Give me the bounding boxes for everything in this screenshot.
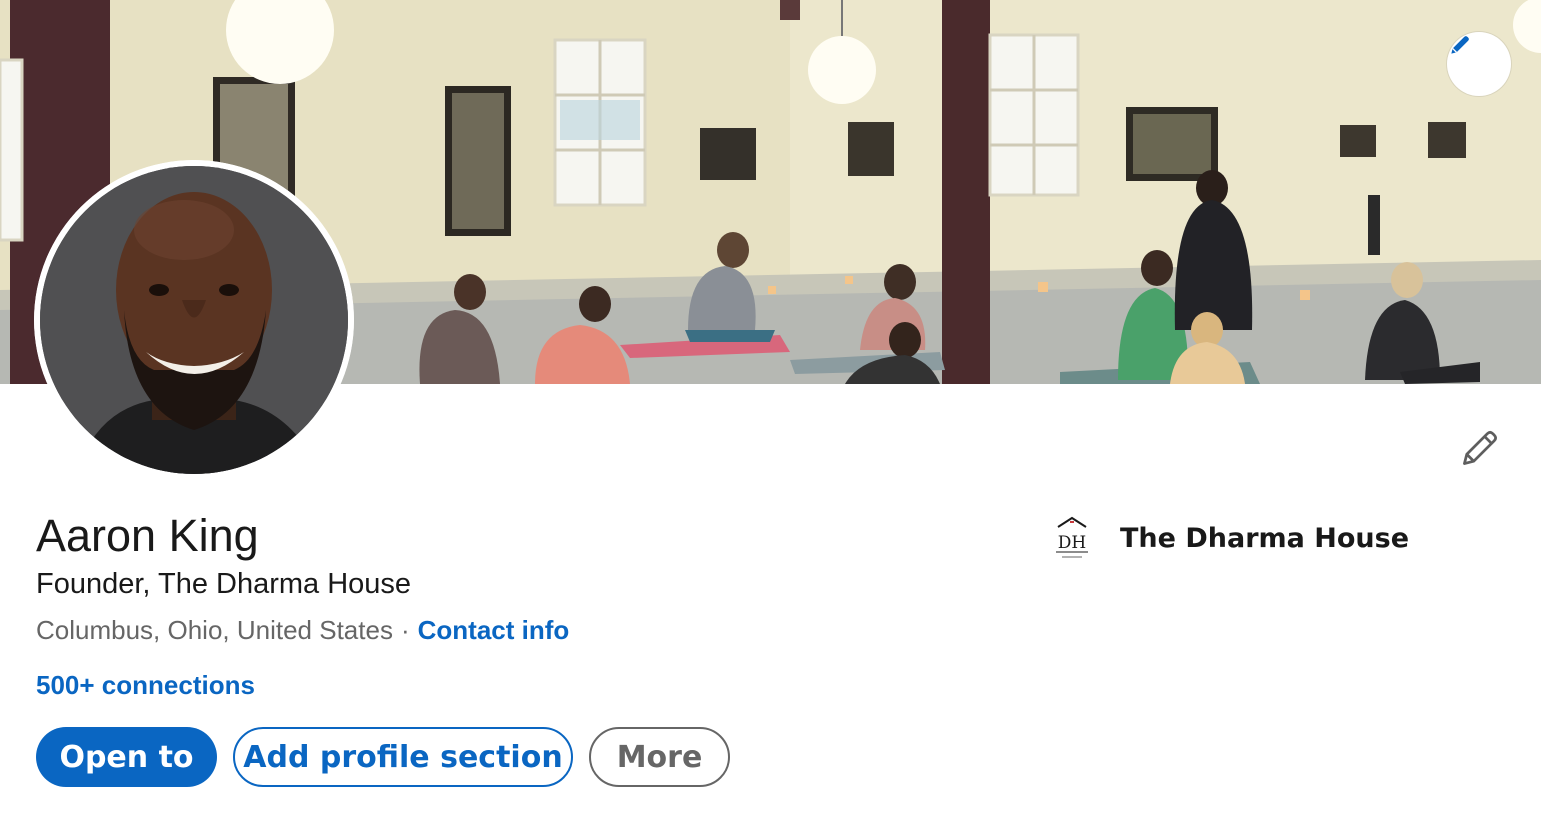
contact-info-link[interactable]: Contact info xyxy=(418,615,570,645)
pencil-icon xyxy=(1451,36,1469,54)
current-company-link[interactable]: DH The Dharma House xyxy=(1050,512,1409,564)
profile-photo[interactable] xyxy=(34,160,354,480)
connections-link[interactable]: 500+ connections xyxy=(36,670,255,701)
open-to-button[interactable]: Open to xyxy=(36,727,217,787)
avatar xyxy=(34,160,354,480)
edit-intro-button[interactable] xyxy=(1454,422,1506,474)
location-line: Columbus, Ohio, United States · Contact in… xyxy=(36,615,569,646)
profile-name: Aaron King xyxy=(36,510,259,561)
company-name: The Dharma House xyxy=(1120,522,1410,554)
edit-banner-button[interactable] xyxy=(1447,32,1511,96)
pencil-icon xyxy=(1463,430,1498,465)
profile-headline: Founder, The Dharma House xyxy=(36,568,412,600)
separator-dot: · xyxy=(400,615,410,645)
more-button[interactable]: More xyxy=(589,727,730,787)
company-logo-text: DH xyxy=(1058,533,1086,553)
company-logo: DH xyxy=(1056,516,1088,558)
add-profile-section-button[interactable]: Add profile section xyxy=(233,727,573,787)
profile-location: Columbus, Ohio, United States xyxy=(36,615,393,645)
